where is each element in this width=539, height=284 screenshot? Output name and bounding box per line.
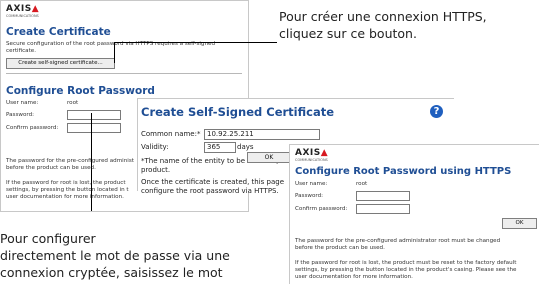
password-lost-note: If the password for root is lost, the pr… bbox=[6, 180, 129, 201]
help-icon[interactable]: ? bbox=[430, 105, 443, 118]
callout-leader-line bbox=[114, 42, 277, 43]
validity-input[interactable]: 365 bbox=[204, 142, 236, 153]
password-field[interactable] bbox=[356, 191, 410, 201]
confirm-password-label: Confirm password: bbox=[295, 206, 348, 212]
validity-unit: days bbox=[237, 143, 254, 151]
callout-line: Pour configurer bbox=[0, 231, 96, 246]
divider bbox=[6, 73, 242, 74]
password-lost-note-line: user documentation for more information. bbox=[295, 274, 413, 280]
password-lost-note-line: settings, by pressing the button located… bbox=[295, 267, 517, 273]
axis-logo-tagline: COMMUNICATIONS bbox=[6, 14, 39, 18]
user-name-value: root bbox=[356, 181, 368, 187]
axis-logo-mark-icon: ▲ bbox=[31, 4, 40, 14]
after-creation-note-line: Once the certificate is created, this pa… bbox=[141, 178, 284, 186]
callout-leader-line bbox=[114, 42, 115, 63]
axis-logo-mark-icon: ▲ bbox=[320, 148, 329, 158]
after-creation-note-line: configure the root password via HTTPS. bbox=[141, 187, 279, 195]
https-root-password-panel: AXIS▲ COMMUNICATIONS Configure Root Pass… bbox=[289, 144, 539, 284]
password-lost-note-line: user documentation for more information. bbox=[6, 194, 124, 200]
user-name-value: root bbox=[67, 100, 79, 106]
create-self-signed-certificate-button[interactable]: Create self-signed certificate... bbox=[6, 58, 115, 69]
password-lost-note-line: settings, by pressing the button located… bbox=[6, 187, 129, 193]
password-note-line: The password for the pre-configured admi… bbox=[295, 238, 501, 244]
callout-leader-line bbox=[91, 113, 92, 211]
ok-button[interactable]: OK bbox=[502, 218, 537, 229]
password-note: The password for the pre-configured admi… bbox=[6, 158, 134, 172]
certificate-description-line: certificate. bbox=[6, 48, 37, 54]
after-creation-note: Once the certificate is created, this pa… bbox=[141, 178, 284, 196]
password-label: Password: bbox=[6, 112, 35, 118]
axis-logo: AXIS▲ bbox=[6, 4, 39, 14]
confirm-password-field[interactable] bbox=[356, 204, 410, 214]
axis-logo-text: AXIS bbox=[6, 4, 32, 14]
self-signed-certificate-title: Create Self-Signed Certificate bbox=[141, 105, 334, 119]
ok-button[interactable]: OK bbox=[247, 152, 291, 163]
axis-logo-tagline: COMMUNICATIONS bbox=[295, 158, 328, 162]
confirm-password-label: Confirm password: bbox=[6, 125, 59, 131]
axis-logo: AXIS▲ bbox=[295, 148, 328, 158]
configure-root-password-title: Configure Root Password bbox=[6, 85, 155, 97]
password-note: The password for the pre-configured admi… bbox=[295, 238, 500, 252]
confirm-password-field[interactable] bbox=[67, 123, 121, 133]
validity-label: Validity: bbox=[141, 143, 169, 151]
password-lost-note-line: If the password for root is lost, the pr… bbox=[295, 260, 517, 266]
user-name-label: User name: bbox=[295, 181, 328, 187]
axis-logo-text: AXIS bbox=[295, 148, 321, 158]
footnote-line: product. bbox=[141, 166, 171, 174]
https-password-title: Configure Root Password using HTTPS bbox=[295, 166, 512, 177]
password-note-line: before the product can be used. bbox=[295, 245, 385, 251]
password-note-line: before the product can be used. bbox=[6, 165, 96, 171]
callout-line: connexion cryptée, saisissez le mot bbox=[0, 265, 223, 280]
https-button-callout: Pour créer une connexion HTTPS, cliquez … bbox=[279, 8, 487, 42]
user-name-label: User name: bbox=[6, 100, 39, 106]
common-name-input[interactable]: 10.92.25.211 bbox=[204, 129, 320, 140]
required-marker: * bbox=[196, 130, 201, 138]
password-note-line: The password for the pre-configured admi… bbox=[6, 158, 134, 164]
callout-line: directement le mot de passe via une bbox=[0, 248, 230, 263]
common-name-label: Common name:* bbox=[141, 130, 200, 139]
callout-line: Pour créer une connexion HTTPS, bbox=[279, 9, 487, 24]
password-lost-note: If the password for root is lost, the pr… bbox=[295, 260, 516, 281]
callout-line: cliquez sur ce bouton. bbox=[279, 26, 417, 41]
certificate-description: Secure configuration of the root passwor… bbox=[6, 41, 215, 55]
password-lost-note-line: If the password for root is lost, the pr… bbox=[6, 180, 126, 186]
password-field[interactable] bbox=[67, 110, 121, 120]
direct-password-callout: Pour configurer directement le mot de pa… bbox=[0, 230, 230, 281]
password-label: Password: bbox=[295, 193, 324, 199]
common-name-label-text: Common name: bbox=[141, 130, 197, 138]
create-certificate-title: Create Certificate bbox=[6, 26, 111, 38]
